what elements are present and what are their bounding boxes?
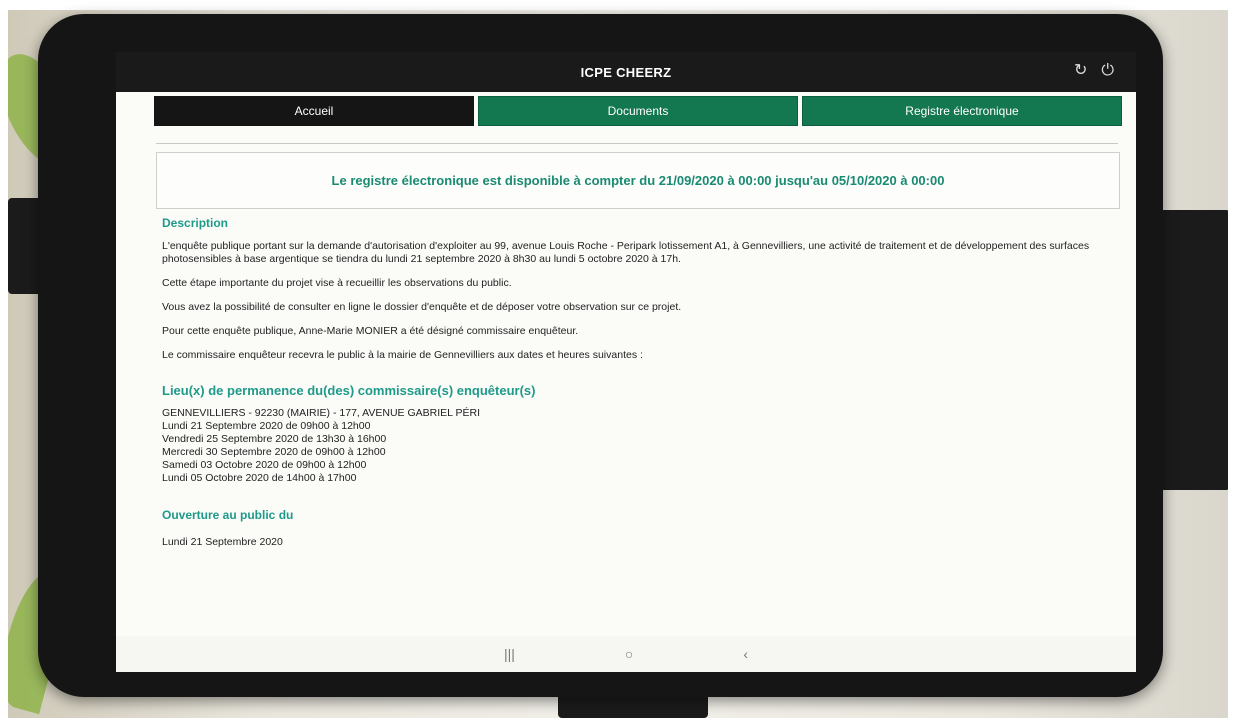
ouverture-title: Ouverture au public du	[162, 508, 294, 522]
permanence-slot: Mercredi 30 Septembre 2020 de 09h00 à 12…	[162, 446, 386, 458]
permanence-slot: Lundi 05 Octobre 2020 de 14h00 à 17h00	[162, 472, 357, 484]
permanence-slot: Samedi 03 Octobre 2020 de 09h00 à 12h00	[162, 459, 367, 471]
description-paragraph: Vous avez la possibilité de consulter en…	[162, 301, 682, 313]
tablet-screen: ICPE CHEERZ ↻ ⏻ Accueil Documents Regist…	[116, 52, 1136, 672]
main-content: Description L'enquête publique portant s…	[162, 217, 1114, 549]
permanence-slot: Lundi 21 Septembre 2020 de 09h00 à 12h00	[162, 420, 371, 432]
divider	[156, 143, 1118, 144]
description-paragraph: Le commissaire enquêteur recevra le publ…	[162, 349, 643, 361]
description-title: Description	[162, 216, 229, 230]
tablet-device: ICPE CHEERZ ↻ ⏻ Accueil Documents Regist…	[38, 14, 1163, 697]
recents-icon[interactable]: |||	[504, 646, 515, 662]
tab-accueil[interactable]: Accueil	[154, 96, 474, 126]
home-icon[interactable]: ○	[625, 646, 633, 662]
back-icon[interactable]: ‹	[743, 646, 748, 662]
app-header: ICPE CHEERZ ↻ ⏻	[116, 52, 1136, 92]
android-nav-bar: ||| ○ ‹	[116, 636, 1136, 672]
permanence-slot: Vendredi 25 Septembre 2020 de 13h30 à 16…	[162, 433, 387, 445]
tablet-holder-right	[1160, 210, 1228, 490]
ouverture-date: Lundi 21 Septembre 2020	[162, 536, 283, 548]
permanence-list: GENNEVILLIERS - 92230 (MAIRIE) - 177, AV…	[162, 407, 1114, 485]
availability-text: Le registre électronique est disponible …	[331, 173, 945, 188]
availability-banner: Le registre électronique est disponible …	[156, 152, 1120, 209]
description-paragraph: L'enquête publique portant sur la demand…	[162, 240, 1090, 265]
permanence-address: GENNEVILLIERS - 92230 (MAIRIE) - 177, AV…	[162, 407, 481, 419]
tab-registre-electronique[interactable]: Registre électronique	[802, 96, 1122, 126]
permanence-title: Lieu(x) de permanence du(des) commissair…	[162, 383, 536, 398]
main-tabs: Accueil Documents Registre électronique	[154, 96, 1122, 126]
refresh-icon[interactable]: ↻	[1074, 61, 1087, 81]
description-paragraph: Cette étape importante du projet vise à …	[162, 277, 512, 289]
description-paragraph: Pour cette enquête publique, Anne-Marie …	[162, 325, 579, 337]
logout-icon[interactable]: ⏻	[1101, 61, 1114, 81]
tab-documents[interactable]: Documents	[478, 96, 798, 126]
header-actions: ↻ ⏻	[1074, 61, 1114, 81]
app-title: ICPE CHEERZ	[580, 64, 672, 80]
